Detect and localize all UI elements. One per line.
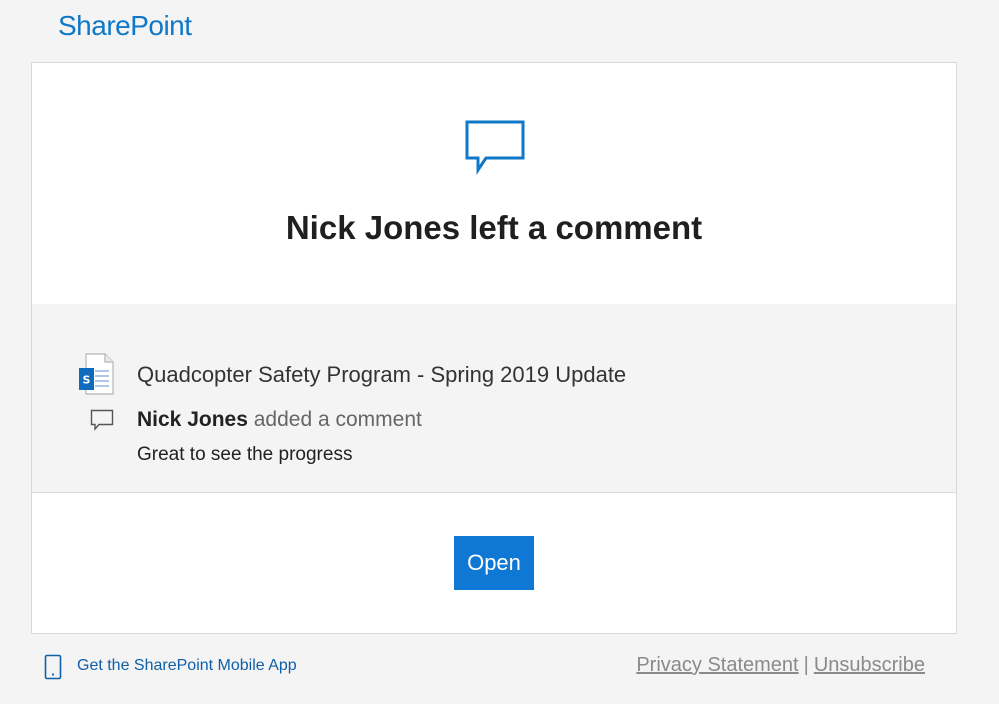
sharepoint-page-icon: S — [79, 353, 114, 395]
open-button[interactable]: Open — [454, 536, 534, 590]
page-title: Nick Jones left a comment — [285, 209, 703, 246]
comment-action-text: added a comment — [247, 408, 422, 431]
svg-text:S: S — [83, 374, 91, 387]
notification-card: Nick Jones left a comment S Quadcopter S… — [31, 62, 957, 634]
sharepoint-logo: SharePoint — [58, 10, 192, 41]
comment-bubble-icon — [465, 120, 525, 175]
comment-body: Great to see the progress — [137, 444, 353, 465]
footer-separator: | — [803, 654, 809, 676]
comment-author: Nick Jones — [137, 408, 248, 431]
actions-section: Open — [32, 493, 956, 633]
document-title-link[interactable]: Quadcopter Safety Program - Spring 2019 … — [137, 362, 626, 388]
comment-header: Nick Jones added a comment — [137, 408, 422, 432]
unsubscribe-link[interactable]: Unsubscribe — [814, 654, 925, 676]
footer: Get the SharePoint Mobile App Privacy St… — [0, 648, 999, 688]
mobile-app-link[interactable]: Get the SharePoint Mobile App — [77, 657, 297, 675]
comment-details: S Quadcopter Safety Program - Spring 201… — [32, 304, 956, 493]
comment-icon — [90, 409, 114, 431]
hero-section: Nick Jones left a comment — [32, 63, 956, 305]
phone-icon — [44, 654, 62, 680]
footer-links: Privacy Statement | Unsubscribe — [636, 654, 925, 677]
privacy-statement-link[interactable]: Privacy Statement — [636, 654, 798, 676]
